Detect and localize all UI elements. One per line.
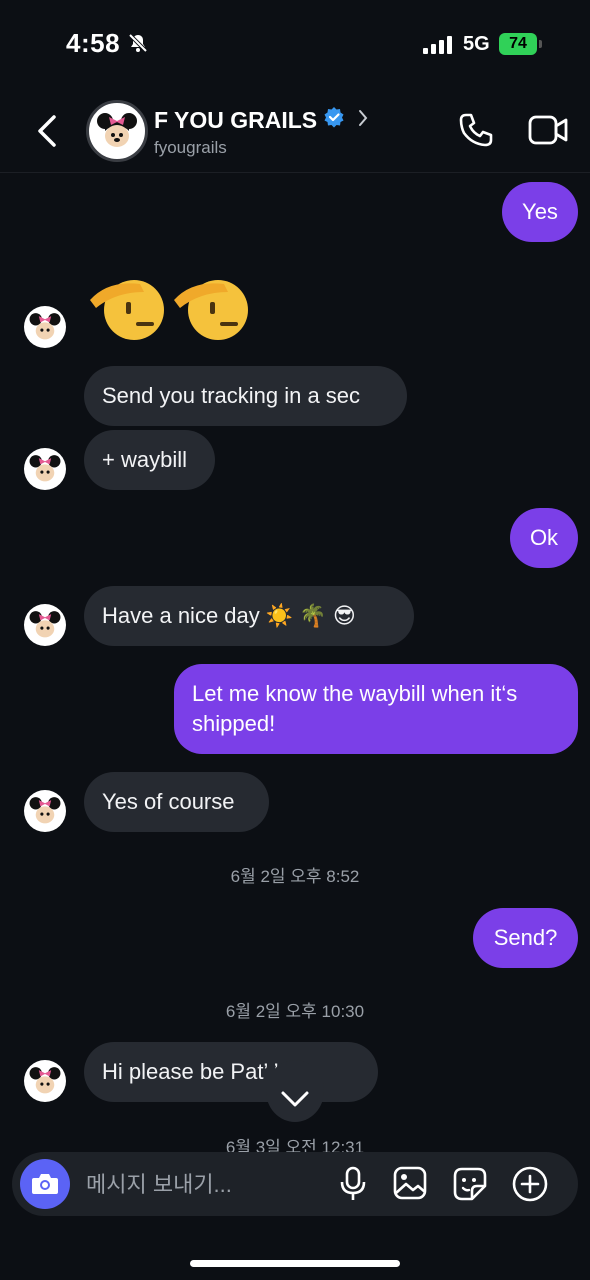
message-text: Send? [493, 925, 558, 950]
microphone-icon[interactable] [338, 1166, 368, 1207]
message-text: Ok [529, 525, 559, 550]
minnie-avatar-icon [29, 611, 61, 638]
incoming-message[interactable]: Hi please be Pat’ ’ 🫶🏼 [84, 1042, 378, 1102]
message-text: Send you tracking in a sec [102, 383, 361, 408]
incoming-message[interactable]: + waybill [84, 430, 215, 490]
sender-avatar[interactable] [24, 448, 66, 490]
profile-name: F YOU GRAILS [154, 106, 318, 133]
scroll-to-bottom-button[interactable] [266, 1060, 324, 1122]
chat-header: F YOU GRAILS fyougrails [0, 90, 590, 173]
profile-username: fyougrails [154, 138, 227, 157]
timestamp: 6월 2일 오후 8:52 [230, 867, 360, 886]
back-icon[interactable] [34, 114, 62, 153]
message-composer [12, 1152, 578, 1216]
status-time: 4:58 [66, 28, 121, 58]
message-text: Yes of course [102, 789, 235, 814]
outgoing-message[interactable]: Yes [502, 182, 578, 242]
plus-icon[interactable] [512, 1166, 548, 1207]
sender-avatar[interactable] [24, 790, 66, 832]
chevron-right-icon [357, 107, 369, 134]
salute-emoji [90, 280, 164, 340]
battery-level: 74 [509, 35, 527, 52]
phone-icon[interactable] [458, 112, 494, 153]
network-type: 5G [463, 33, 490, 55]
sender-avatar[interactable] [24, 1060, 66, 1102]
minnie-avatar-icon [97, 113, 137, 147]
timestamp: 6월 2일 오후 10:30 [225, 1002, 365, 1021]
video-icon[interactable] [528, 114, 568, 151]
signal-icon [423, 36, 452, 54]
minnie-avatar-icon [29, 1067, 61, 1094]
minnie-avatar-icon [29, 797, 61, 824]
profile-name-row[interactable]: F YOU GRAILS [154, 106, 369, 134]
message-text-line: Let me know the waybill when it‘s [192, 681, 518, 706]
verified-icon [323, 106, 345, 134]
message-text: + waybill [102, 447, 187, 472]
chevron-down-icon [281, 1091, 309, 1107]
sticker-icon[interactable] [452, 1166, 488, 1207]
incoming-message[interactable]: Send you tracking in a sec [84, 366, 407, 426]
salute-emoji-message[interactable] [88, 270, 250, 344]
bell-off-icon [128, 33, 148, 58]
outgoing-message[interactable]: Send? [473, 908, 578, 968]
message-text-line: shipped! [192, 711, 276, 736]
minnie-avatar-icon [29, 313, 61, 340]
outgoing-message[interactable]: Let me know the waybill when it‘s shippe… [174, 664, 578, 754]
gallery-icon[interactable] [393, 1166, 427, 1205]
outgoing-message[interactable]: Ok [510, 508, 578, 568]
camera-icon [32, 1174, 58, 1194]
message-text: Yes [522, 199, 558, 224]
minnie-avatar-icon [29, 455, 61, 482]
salute-emoji [174, 280, 248, 340]
profile-avatar[interactable] [86, 100, 148, 162]
sender-avatar[interactable] [24, 604, 66, 646]
incoming-message[interactable]: Have a nice day ☀️ 🌴 😎 [84, 586, 414, 646]
message-input[interactable] [84, 1168, 328, 1202]
sender-avatar[interactable] [24, 306, 66, 348]
message-text: Have a nice day ☀️ 🌴 😎 [102, 603, 356, 628]
incoming-message[interactable]: Yes of course [84, 772, 269, 832]
camera-button[interactable] [20, 1159, 70, 1209]
home-indicator [190, 1260, 400, 1267]
battery-icon: 74 [499, 33, 542, 55]
status-bar: 4:58 5G 74 [0, 0, 590, 90]
